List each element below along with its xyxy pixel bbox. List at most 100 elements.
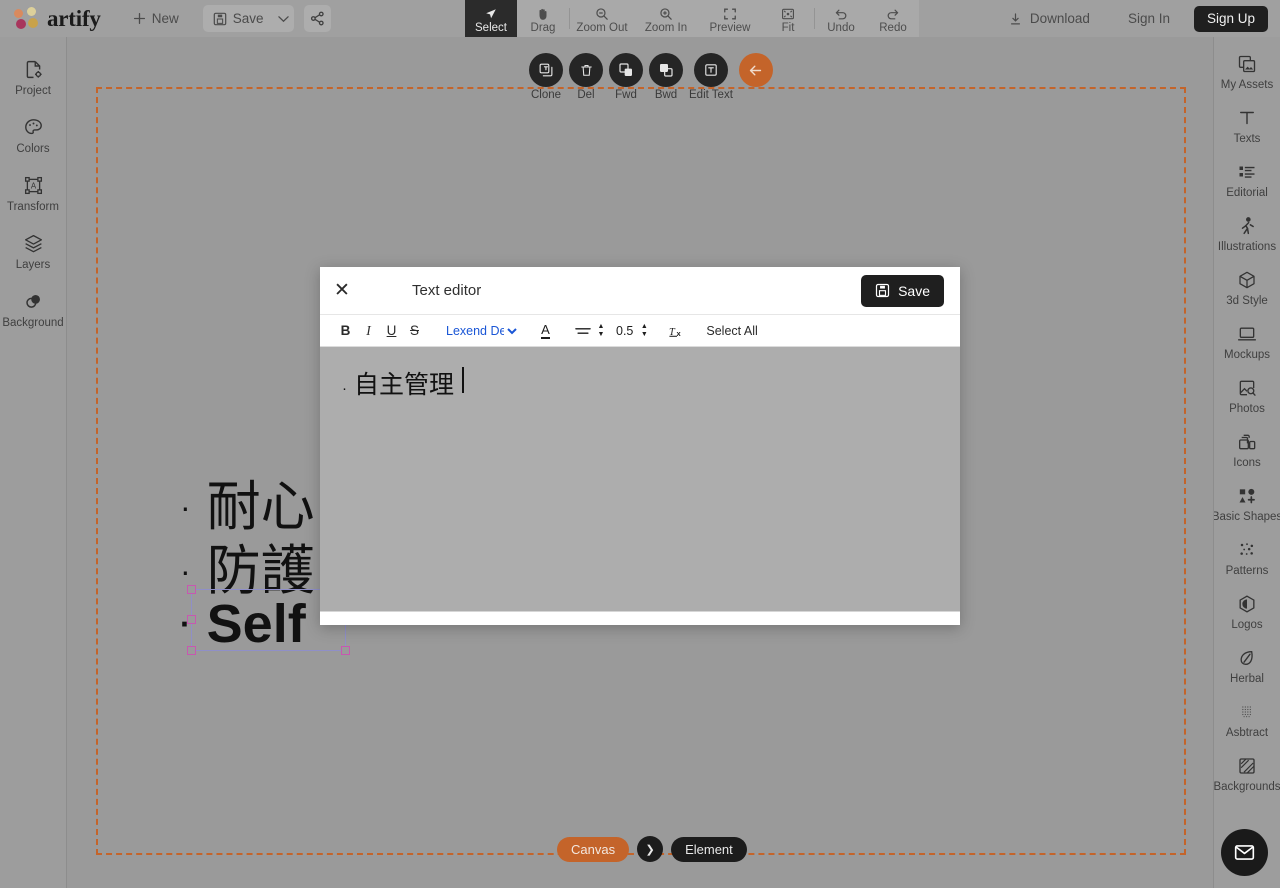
zoom-in-icon bbox=[659, 7, 673, 21]
object-action-forward-label: Fwd bbox=[615, 89, 637, 101]
save-button[interactable]: Save bbox=[203, 5, 274, 32]
sidebar-item-backgrounds-label: Backgrounds bbox=[1213, 781, 1280, 793]
sidebar-item-project[interactable]: Project bbox=[0, 49, 66, 107]
element-tab[interactable]: Element bbox=[671, 836, 747, 862]
sidebar-item-basic-shapes[interactable]: Basic Shapes bbox=[1214, 477, 1280, 531]
zoom-out-icon bbox=[595, 7, 609, 21]
clone-icon[interactable] bbox=[529, 53, 563, 87]
sign-in-button[interactable]: Sign In bbox=[1118, 5, 1180, 32]
selection-handle-middle-left[interactable] bbox=[187, 615, 196, 624]
strikethrough-button[interactable]: S bbox=[403, 319, 426, 343]
fit-icon bbox=[781, 7, 795, 21]
selection-handle-top-left[interactable] bbox=[187, 585, 196, 594]
right-sidebar: My Assets Texts Editorial Illustrations … bbox=[1213, 37, 1280, 888]
sign-up-button[interactable]: Sign Up bbox=[1193, 5, 1268, 32]
photo-search-icon bbox=[1237, 376, 1257, 399]
close-icon[interactable]: ✕ bbox=[320, 267, 364, 315]
sidebar-item-mockups[interactable]: Mockups bbox=[1214, 315, 1280, 369]
sidebar-item-abstract-label: Asbtract bbox=[1225, 727, 1269, 739]
sidebar-item-my-assets-label: My Assets bbox=[1220, 79, 1274, 91]
tool-drag-label: Drag bbox=[530, 21, 556, 34]
object-action-edit-text[interactable]: Edit Text bbox=[689, 53, 733, 101]
sidebar-item-my-assets[interactable]: My Assets bbox=[1214, 45, 1280, 99]
sidebar-item-transform[interactable]: A Transform bbox=[0, 165, 66, 223]
underline-button[interactable]: U bbox=[380, 319, 403, 343]
transform-icon: A bbox=[23, 174, 44, 197]
sidebar-item-patterns[interactable]: Patterns bbox=[1214, 531, 1280, 585]
clear-format-icon[interactable]: T x bbox=[665, 319, 688, 343]
align-icon[interactable] bbox=[571, 319, 594, 343]
edit-text-icon[interactable] bbox=[693, 53, 728, 87]
sidebar-item-logos[interactable]: Logos bbox=[1214, 585, 1280, 639]
font-family-select[interactable]: Lexend Deca bbox=[442, 322, 520, 339]
tool-zoom-out[interactable]: Zoom Out bbox=[570, 0, 634, 37]
text-editor-line[interactable]: · 自主管理 bbox=[342, 367, 938, 405]
sidebar-item-3d-style[interactable]: 3d Style bbox=[1214, 261, 1280, 315]
line-height-spinner-icon[interactable]: ▲ ▼ bbox=[637, 323, 651, 338]
app-root: artify New Save Select Drag Zoom Out Zoo… bbox=[0, 0, 1280, 888]
text-color-icon[interactable]: A bbox=[534, 319, 557, 343]
text-t-icon bbox=[1237, 106, 1257, 129]
view-tools-group: Select Drag Zoom Out Zoom In Preview Fit… bbox=[465, 0, 919, 37]
sidebar-item-background-label: Background bbox=[2, 317, 64, 329]
text-editor-save-button[interactable]: Save bbox=[861, 274, 944, 307]
object-action-forward[interactable]: Fwd bbox=[609, 53, 643, 101]
object-action-delete[interactable]: Del bbox=[569, 53, 603, 101]
arrow-left-icon[interactable] bbox=[738, 53, 773, 87]
selection-handle-bottom-left[interactable] bbox=[187, 646, 196, 655]
align-spinner-icon[interactable]: ▲ ▼ bbox=[594, 323, 608, 338]
sidebar-item-icons[interactable]: Icons bbox=[1214, 423, 1280, 477]
object-action-delete-label: Del bbox=[577, 89, 595, 101]
tool-fit[interactable]: Fit bbox=[762, 0, 814, 37]
text-editor-text-value: 自主管理 bbox=[354, 371, 455, 399]
new-button[interactable]: New bbox=[123, 5, 189, 32]
object-action-back[interactable] bbox=[738, 53, 773, 87]
object-action-clone[interactable]: Clone bbox=[529, 53, 563, 101]
tool-redo[interactable]: Redo bbox=[867, 0, 919, 37]
bring-forward-icon[interactable] bbox=[609, 53, 643, 87]
text-editor-dialog: ✕ Text editor Save B I U S Lexend Deca A… bbox=[320, 267, 960, 625]
canvas-tab[interactable]: Canvas bbox=[557, 836, 630, 862]
object-action-backward[interactable]: Bwd bbox=[649, 53, 683, 101]
sign-in-label: Sign In bbox=[1127, 11, 1170, 26]
tool-undo[interactable]: Undo bbox=[815, 0, 867, 37]
share-icon bbox=[310, 11, 325, 26]
italic-button[interactable]: I bbox=[357, 319, 380, 343]
tool-preview[interactable]: Preview bbox=[698, 0, 762, 37]
sidebar-item-backgrounds[interactable]: Backgrounds bbox=[1214, 747, 1280, 801]
save-dropdown-chevron-down-icon[interactable] bbox=[274, 5, 294, 32]
sidebar-item-texts[interactable]: Texts bbox=[1214, 99, 1280, 153]
chevron-right-icon[interactable]: ❯ bbox=[637, 836, 664, 862]
contact-button[interactable] bbox=[1221, 829, 1268, 876]
trash-icon[interactable] bbox=[569, 53, 603, 87]
sidebar-item-editorial-label: Editorial bbox=[1226, 187, 1268, 199]
object-action-toolbar: Clone Del Fwd Bwd Edit Text bbox=[529, 53, 773, 101]
selection-handle-bottom-right[interactable] bbox=[341, 646, 350, 655]
sidebar-item-editorial[interactable]: Editorial bbox=[1214, 153, 1280, 207]
text-editor-content-area[interactable]: · 自主管理 bbox=[320, 347, 960, 611]
new-label: New bbox=[151, 11, 179, 26]
bold-button[interactable]: B bbox=[334, 319, 357, 343]
sidebar-item-background[interactable]: Background bbox=[0, 281, 66, 339]
tool-select[interactable]: Select bbox=[465, 0, 517, 37]
tool-drag[interactable]: Drag bbox=[517, 0, 569, 37]
sidebar-item-herbal[interactable]: Herbal bbox=[1214, 639, 1280, 693]
share-button[interactable] bbox=[303, 5, 331, 32]
canvas-text-1: 耐心 bbox=[206, 477, 315, 537]
sidebar-item-photos[interactable]: Photos bbox=[1214, 369, 1280, 423]
mail-icon bbox=[1233, 841, 1256, 864]
brand-logo[interactable]: artify bbox=[0, 6, 101, 32]
sidebar-item-colors[interactable]: Colors bbox=[0, 107, 66, 165]
plus-icon bbox=[133, 12, 146, 25]
top-toolbar: artify New Save Select Drag Zoom Out Zoo… bbox=[0, 0, 1280, 37]
logo-dots-icon bbox=[14, 6, 40, 31]
sidebar-item-layers[interactable]: Layers bbox=[0, 223, 66, 281]
tool-zoom-in[interactable]: Zoom In bbox=[634, 0, 698, 37]
sidebar-item-illustrations[interactable]: Illustrations bbox=[1214, 207, 1280, 261]
select-all-button[interactable]: Select All bbox=[706, 324, 757, 338]
sidebar-item-herbal-label: Herbal bbox=[1230, 673, 1264, 685]
send-backward-icon[interactable] bbox=[649, 53, 683, 87]
canvas-text-line-1[interactable]: · 耐心 bbox=[180, 477, 315, 537]
download-button[interactable]: Download bbox=[999, 5, 1100, 32]
sidebar-item-abstract[interactable]: Asbtract bbox=[1214, 693, 1280, 747]
